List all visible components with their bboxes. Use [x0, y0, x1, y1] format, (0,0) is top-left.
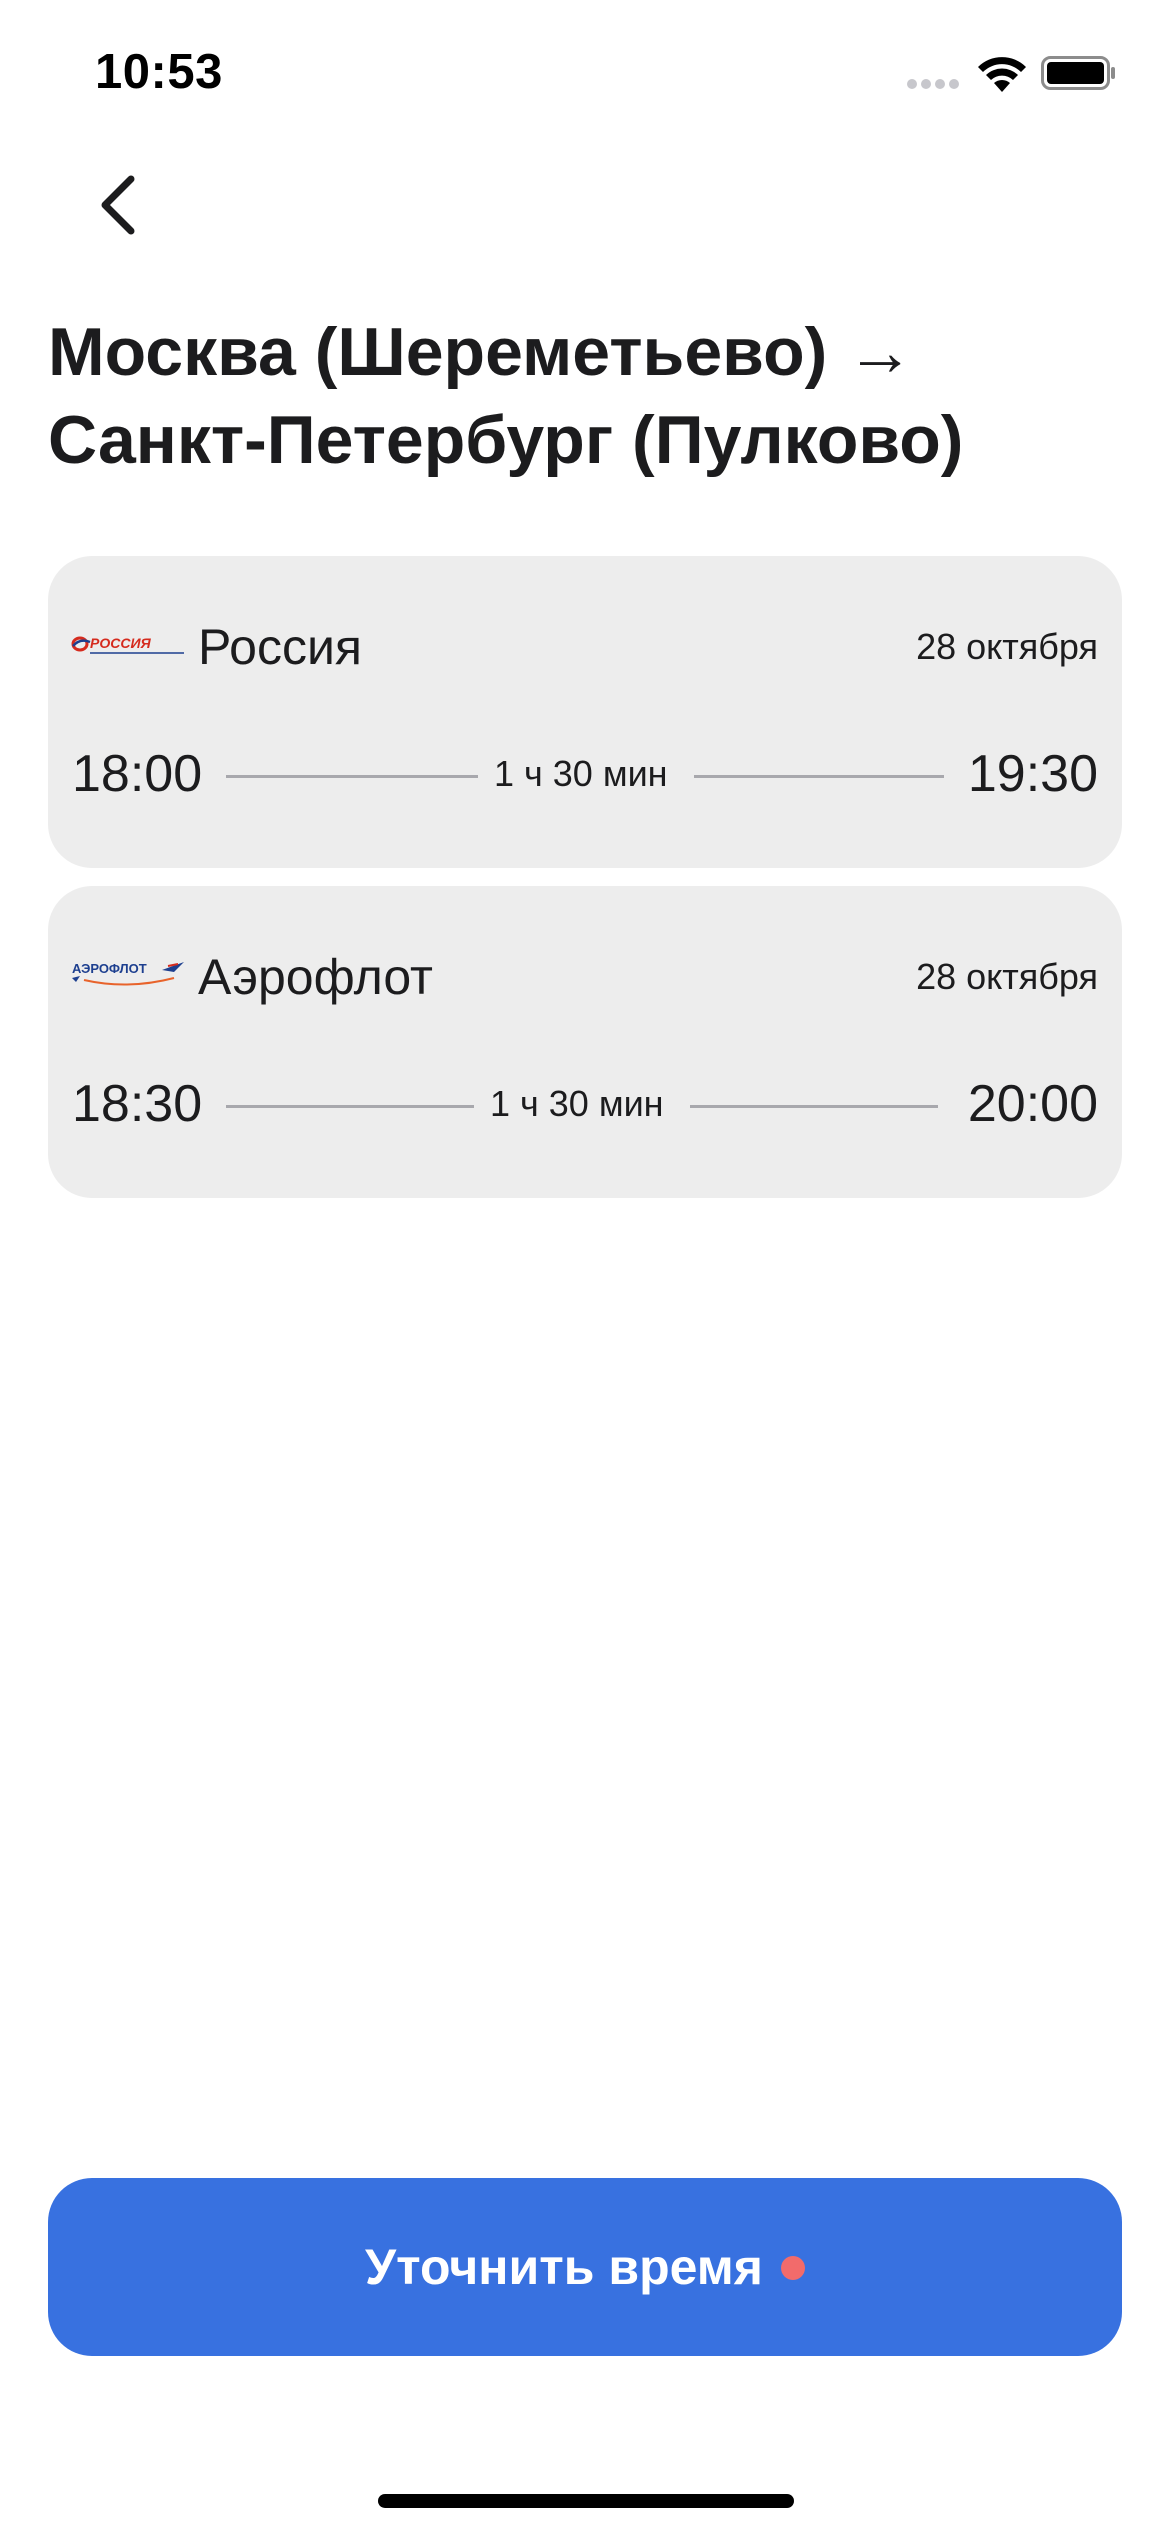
status-time: 10:53: [95, 45, 223, 99]
airline-name: Аэрофлот: [198, 949, 433, 1005]
signal-icon: [907, 79, 959, 93]
notification-dot: [780, 2256, 805, 2280]
arrival-time: 20:00: [967, 1075, 1098, 1133]
arrival-time: 19:30: [967, 745, 1098, 803]
home-indicator[interactable]: [378, 2494, 794, 2508]
flight-card[interactable]: РОССИЯ Россия 28 октября 18:00 1 ч 30 ми…: [48, 556, 1122, 868]
svg-text:РОССИЯ: РОССИЯ: [90, 635, 152, 651]
route-line: [690, 1105, 938, 1108]
route-destination: Санкт-Петербург (Пулково): [48, 402, 964, 478]
back-button[interactable]: [72, 160, 162, 250]
route-line: [226, 775, 478, 778]
flight-date: 28 октября: [916, 956, 1098, 997]
flight-card[interactable]: АЭРОФЛОТ Аэрофлот 28 октября 18:30 1 ч 3…: [48, 886, 1122, 1198]
route-line: [226, 1105, 474, 1108]
departure-time: 18:00: [72, 745, 203, 803]
svg-text:АЭРОФЛОТ: АЭРОФЛОТ: [72, 961, 147, 976]
clarify-time-button[interactable]: Уточнить время: [48, 2178, 1122, 2356]
rossiya-logo: РОССИЯ: [71, 635, 184, 654]
route-line: [694, 775, 944, 778]
route-origin: Москва (Шереметьево) →: [48, 314, 915, 390]
flight-duration: 1 ч 30 мин: [494, 753, 668, 794]
page-title: Москва (Шереметьево) → Санкт-Петербург (…: [48, 308, 1128, 484]
airline-name: Россия: [198, 619, 362, 675]
clarify-time-label: Уточнить время: [365, 2239, 763, 2295]
battery-icon: [1041, 56, 1115, 90]
wifi-icon: [978, 57, 1026, 92]
status-bar: 10:53: [0, 0, 1170, 150]
departure-time: 18:30: [72, 1075, 203, 1133]
chevron-left-icon: [101, 175, 135, 235]
aeroflot-logo: АЭРОФЛОТ: [72, 961, 184, 986]
flight-duration: 1 ч 30 мин: [490, 1083, 664, 1124]
flight-date: 28 октября: [916, 626, 1098, 667]
